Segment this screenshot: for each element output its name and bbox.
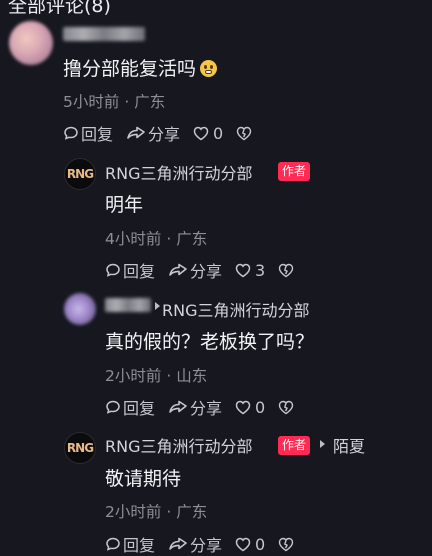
comment-time: 2小时前 — [105, 503, 162, 521]
share-label: 分享 — [190, 536, 223, 555]
like-button[interactable]: 3 — [235, 261, 265, 280]
meta-separator: · — [124, 93, 130, 111]
grimacing-emoji-icon — [200, 60, 218, 77]
comment-content: 明年 — [105, 194, 144, 216]
reply-label: 回复 — [123, 262, 156, 281]
reply-bubble-icon — [64, 126, 78, 140]
comment-time: 4小时前 — [105, 230, 162, 248]
share-label: 分享 — [190, 262, 223, 281]
like-count: 0 — [213, 123, 224, 143]
like-button[interactable]: 0 — [235, 398, 265, 417]
like-count: 0 — [255, 397, 266, 417]
reply-label: 回复 — [123, 536, 156, 555]
comment-content: 真的假的？老板换了吗？ — [105, 331, 315, 353]
share-button[interactable]: 分享 — [126, 121, 180, 145]
meta-separator: · — [166, 230, 172, 248]
rng-logo: RNG — [66, 441, 94, 455]
dislike-button[interactable] — [278, 537, 296, 552]
comment-time: 5小时前 — [63, 93, 120, 111]
like-button[interactable]: 0 — [193, 124, 223, 143]
reply-button[interactable]: 回复 — [105, 395, 155, 419]
share-button[interactable]: 分享 — [168, 395, 222, 419]
comment-section: 全部评论(8) 撸分部能复活吗 5小时前 · 广东 回复 分享 0 RNG RN… — [0, 0, 432, 556]
comment-location: 广东 — [134, 93, 166, 111]
dislike-button[interactable] — [278, 400, 296, 415]
comment-time: 2小时前 — [105, 367, 162, 385]
share-button[interactable]: 分享 — [168, 258, 222, 282]
share-label: 分享 — [190, 399, 223, 418]
comment-meta: 2小时前 · 山东 — [105, 364, 207, 386]
share-arrow-icon — [169, 400, 187, 413]
reply-button[interactable]: 回复 — [105, 258, 155, 282]
comment-location: 山东 — [176, 367, 208, 385]
reply-label: 回复 — [81, 125, 114, 144]
broken-heart-icon — [279, 400, 294, 414]
reply-arrow-icon — [320, 440, 325, 448]
comment-location: 广东 — [176, 503, 208, 521]
comment-actions: 回复 分享 3 — [105, 258, 309, 282]
reply-button[interactable]: 回复 — [63, 121, 113, 145]
author-badge: 作者 — [278, 436, 311, 455]
reply-label: 回复 — [123, 399, 156, 418]
broken-heart-icon — [279, 537, 294, 551]
author-avatar[interactable]: RNG — [64, 158, 96, 190]
author-badge: 作者 — [278, 162, 311, 181]
meta-separator: · — [166, 367, 172, 385]
share-button[interactable]: 分享 — [168, 532, 222, 556]
avatar[interactable] — [64, 293, 96, 325]
comment-content: 撸分部能复活吗 — [63, 54, 218, 81]
heart-icon — [235, 263, 251, 277]
reply-bubble-icon — [106, 537, 120, 551]
like-count: 0 — [255, 534, 266, 554]
comment-meta: 4小时前 · 广东 — [105, 227, 207, 249]
comments-header-title: 全部评论(8) — [8, 0, 111, 17]
heart-icon — [235, 400, 251, 414]
comment-actions: 回复 分享 0 — [105, 395, 309, 419]
reply-bubble-icon — [106, 400, 120, 414]
broken-heart-icon — [237, 126, 252, 140]
dislike-button[interactable] — [236, 126, 254, 141]
broken-heart-icon — [279, 263, 294, 277]
author-avatar[interactable]: RNG — [64, 432, 96, 464]
share-arrow-icon — [127, 126, 145, 139]
share-arrow-icon — [169, 537, 187, 550]
like-count: 3 — [255, 260, 266, 280]
reply-bubble-icon — [106, 263, 120, 277]
redacted-username[interactable] — [105, 298, 151, 312]
dislike-button[interactable] — [278, 263, 296, 278]
heart-icon — [193, 126, 209, 140]
reply-to-name[interactable]: 陌夏 — [333, 433, 365, 457]
comment-actions: 回复 分享 0 — [105, 532, 309, 556]
heart-icon — [235, 537, 251, 551]
author-name[interactable]: RNG三角洲行动分部 — [105, 160, 253, 184]
comment-text: 撸分部能复活吗 — [63, 58, 197, 80]
reply-arrow-icon — [155, 302, 160, 310]
comment-content: 敬请期待 — [105, 468, 182, 490]
comment-meta: 5小时前 · 广东 — [63, 90, 165, 112]
share-arrow-icon — [169, 263, 187, 276]
redacted-username[interactable] — [63, 27, 145, 41]
reply-button[interactable]: 回复 — [105, 532, 155, 556]
like-button[interactable]: 0 — [235, 535, 265, 554]
comment-actions: 回复 分享 0 — [63, 121, 267, 145]
author-name[interactable]: RNG三角洲行动分部 — [105, 433, 253, 457]
avatar[interactable] — [9, 21, 53, 65]
reply-to-name[interactable]: RNG三角洲行动分部 — [162, 297, 310, 321]
comment-meta: 2小时前 · 广东 — [105, 500, 207, 522]
rng-logo: RNG — [66, 167, 94, 181]
meta-separator: · — [166, 503, 172, 521]
comment-location: 广东 — [176, 230, 208, 248]
share-label: 分享 — [148, 125, 181, 144]
